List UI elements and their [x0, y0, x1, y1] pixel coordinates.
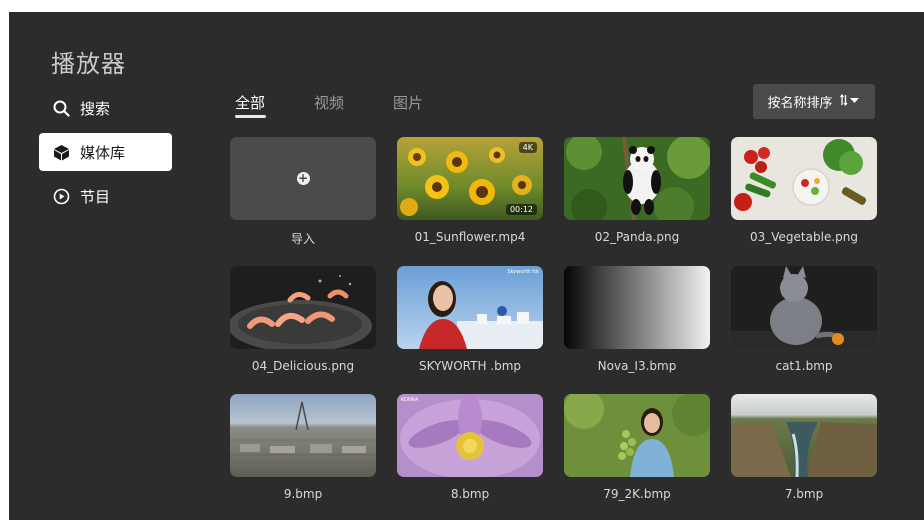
media-caption: Nova_I3.bmp [597, 359, 677, 373]
media-thumb[interactable] [230, 394, 376, 477]
media-card-8[interactable]: KONKA 8.bmp [397, 394, 543, 501]
media-card-skyworth[interactable]: Skyworth ttk SKYWORTH .bmp [397, 266, 543, 373]
tab-all[interactable]: 全部 [235, 92, 265, 113]
media-thumb[interactable]: Skyworth ttk [397, 266, 543, 349]
media-card-vegetable[interactable]: 03_Vegetable.png [731, 137, 877, 244]
sidebar-item-library[interactable]: 媒体库 [39, 133, 172, 171]
duration-badge: 00:12 [505, 204, 537, 215]
media-caption: 7.bmp [784, 487, 824, 501]
media-thumb[interactable]: 4K 00:12 [397, 137, 543, 220]
media-caption: cat1.bmp [775, 359, 833, 373]
sidebar-item-search[interactable]: 搜索 [39, 89, 172, 127]
media-caption: 03_Vegetable.png [750, 230, 858, 244]
import-thumb[interactable]: + [230, 137, 376, 220]
media-card-panda[interactable]: 02_Panda.png [564, 137, 710, 244]
sort-button[interactable]: 按名称排序 [753, 84, 875, 119]
sidebar-item-programs[interactable]: 节目 [39, 177, 172, 215]
tab-image[interactable]: 图片 [393, 92, 423, 113]
tab-video[interactable]: 视频 [314, 92, 344, 113]
media-thumb[interactable] [230, 266, 376, 349]
watermark-text: Skyworth ttk [507, 269, 539, 275]
sidebar-item-label: 媒体库 [80, 143, 126, 162]
media-card-7[interactable]: 7.bmp [731, 394, 877, 501]
play-circle-icon [51, 186, 71, 206]
media-card-79-2k[interactable]: 79_2K.bmp [564, 394, 710, 501]
sort-icon [839, 93, 861, 111]
media-caption: 02_Panda.png [594, 230, 680, 244]
media-caption: 导入 [290, 232, 315, 246]
search-icon [51, 98, 71, 118]
media-thumb[interactable] [564, 394, 710, 477]
media-caption: 8.bmp [450, 487, 490, 501]
media-thumb[interactable] [564, 137, 710, 220]
quality-badge: 4K [518, 142, 537, 153]
media-card-9[interactable]: 9.bmp [230, 394, 376, 501]
media-thumb[interactable] [731, 137, 877, 220]
media-caption: SKYWORTH .bmp [418, 359, 522, 373]
watermark-text: KONKA [401, 397, 419, 403]
media-caption: 79_2K.bmp [603, 487, 671, 501]
media-card-delicious[interactable]: 04_Delicious.png [230, 266, 376, 373]
cube-icon [51, 142, 71, 162]
media-thumb[interactable] [564, 266, 710, 349]
sidebar-item-label: 搜索 [80, 99, 111, 118]
media-card-nova[interactable]: Nova_I3.bmp [564, 266, 710, 373]
media-thumb[interactable]: KONKA [397, 394, 543, 477]
media-thumb[interactable] [731, 266, 877, 349]
tab-active-indicator [235, 115, 266, 118]
media-caption: 04_Delicious.png [251, 359, 355, 373]
import-card[interactable]: + 导入 [230, 137, 376, 247]
app-title: 播放器 [51, 50, 126, 78]
media-card-cat[interactable]: cat1.bmp [731, 266, 877, 373]
plus-icon: + [296, 171, 310, 185]
media-thumb[interactable] [731, 394, 877, 477]
media-caption: 9.bmp [283, 487, 323, 501]
media-card-sunflower[interactable]: 4K 00:12 01_Sunflower.mp4 [397, 137, 543, 244]
player-screen: 播放器 搜索 媒体库 节目 全部 视频 图片 按名称排序 + 导入 4K 00:… [9, 12, 924, 520]
media-caption: 01_Sunflower.mp4 [414, 230, 526, 244]
sidebar-item-label: 节目 [80, 187, 111, 206]
sort-label: 按名称排序 [767, 96, 833, 111]
